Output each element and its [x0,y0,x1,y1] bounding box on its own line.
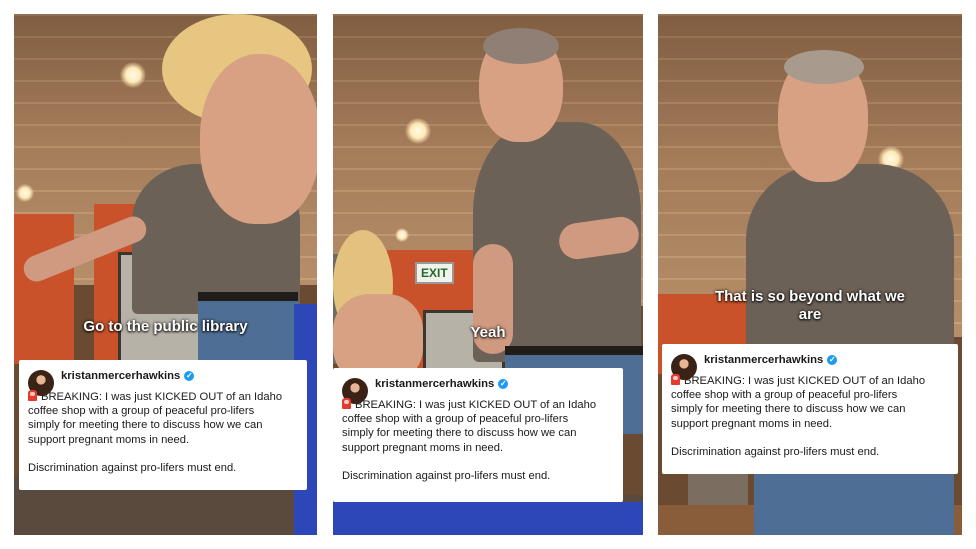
post-author: kristanmercerhawkins ✓ [375,377,613,391]
post-card: kristanmercerhawkins ✓ BREAKING: I was j… [19,360,307,490]
blue-clothing [333,502,643,535]
post-card: kristanmercerhawkins ✓ BREAKING: I was j… [662,344,958,474]
grey-hair [483,28,559,64]
person-jeans [754,469,954,535]
post-text: BREAKING: I was just KICKED OUT of an Id… [671,375,926,430]
post-closing: Discrimination against pro-lifers must e… [342,469,551,482]
post-body: BREAKING: I was just KICKED OUT of an Id… [28,390,297,447]
post-closing: Discrimination against pro-lifers must e… [671,445,880,458]
ceiling-light [395,228,409,242]
video-frame-3: That is so beyond what we are kristanmer… [658,14,962,535]
username: kristanmercerhawkins [704,353,824,366]
post-card: kristanmercerhawkins ✓ BREAKING: I was j… [333,368,623,502]
siren-icon [342,398,351,409]
woman-face [200,54,317,224]
video-frame-1: Go to the public library kristanmercerha… [14,14,317,535]
video-frame-2: EXIT Yeah kristanmercerhawkins ✓ BREAKIN… [333,14,643,535]
person-shirt [746,164,954,364]
verified-badge-icon: ✓ [827,355,838,365]
red-wall [14,214,74,364]
post-author: kristanmercerhawkins ✓ [61,369,297,383]
post-closing: Discrimination against pro-lifers must e… [28,461,237,474]
username: kristanmercerhawkins [61,369,181,382]
ceiling-light [16,184,34,202]
subtitle: Yeah [470,324,506,341]
grey-hair [784,50,864,84]
verified-badge-icon: ✓ [498,379,509,389]
post-body: BREAKING: I was just KICKED OUT of an Id… [342,398,613,455]
verified-badge-icon: ✓ [184,371,195,381]
ceiling-light [120,62,146,88]
post-text: BREAKING: I was just KICKED OUT of an Id… [28,391,283,446]
subtitle: Go to the public library [83,318,248,335]
belt [505,346,643,355]
post-text: BREAKING: I was just KICKED OUT of an Id… [342,399,597,454]
ceiling-light [405,118,431,144]
subtitle: That is so beyond what we are [714,288,906,323]
belt [198,292,298,301]
exit-sign: EXIT [415,262,454,284]
post-body: BREAKING: I was just KICKED OUT of an Id… [671,374,948,431]
siren-icon [671,374,680,385]
post-author: kristanmercerhawkins ✓ [704,353,948,367]
siren-icon [28,390,37,401]
username: kristanmercerhawkins [375,377,495,390]
